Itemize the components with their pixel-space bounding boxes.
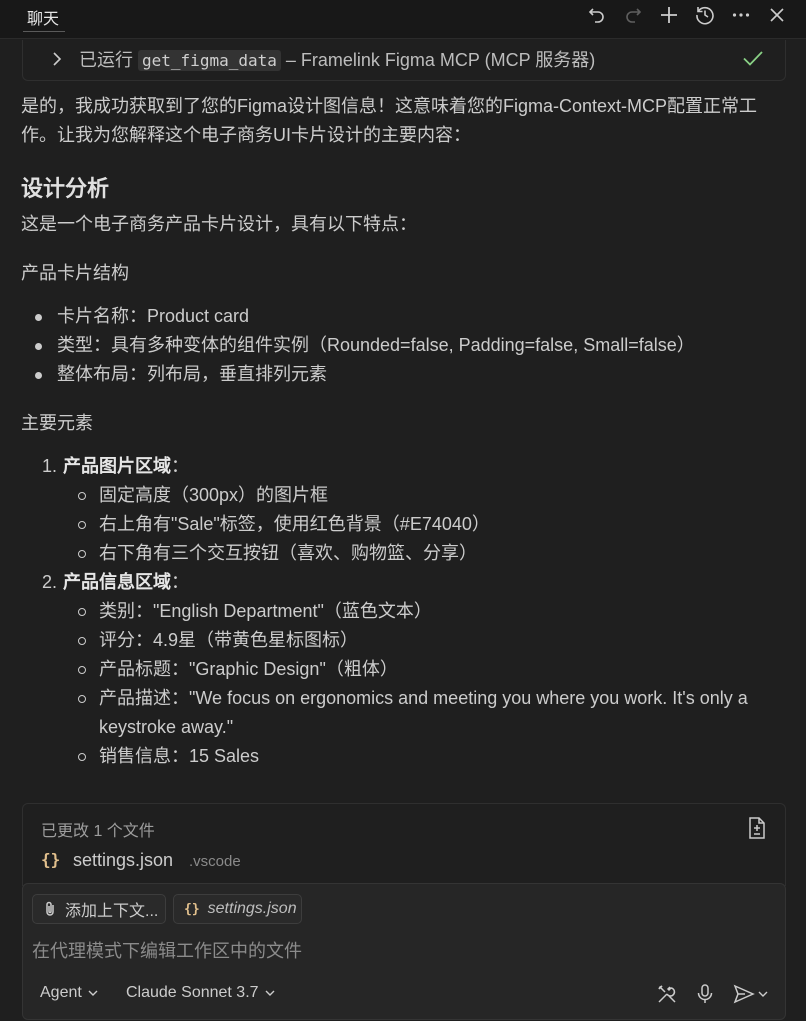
add-context-button[interactable]: 添加上下文... [32,894,166,924]
chat-title-tab[interactable]: 聊天 [27,5,59,29]
changed-files-label: 已更改 1 个文件 [41,823,155,840]
sub-list: 固定高度（300px）的图片框 右上角有"Sale"标签，使用红色背景（#E74… [63,481,786,568]
changed-file-dir: .vscode [189,853,241,870]
view-changes-icon[interactable] [745,816,767,840]
tab-underline [23,31,65,32]
tool-name-code: get_figma_data [138,50,281,71]
model-dropdown[interactable]: Claude Sonnet 3.7 [126,984,276,1002]
chevron-down-icon[interactable] [757,988,769,1000]
send-icon [733,984,755,1004]
list-item: 产品描述："We focus on ergonomics and meeting… [63,684,786,742]
tool-run-row[interactable]: 已运行 get_figma_data – Framelink Figma MCP… [22,40,786,81]
tools-icon[interactable] [655,982,679,1006]
colon: ： [171,572,189,592]
section1-title: 产品卡片结构 [21,263,129,283]
redo-icon[interactable] [622,4,644,26]
ordered-item-title: 产品图片区域 [63,456,171,476]
check-icon [743,51,763,66]
list-item: 类型：具有多种变体的组件实例（Rounded=false, Padding=fa… [21,331,786,360]
chevron-right-icon[interactable] [49,50,65,68]
ordered-item-title: 产品信息区域 [63,572,171,592]
list-item: 固定高度（300px）的图片框 [63,481,786,510]
undo-icon[interactable] [586,4,608,26]
list-item: 整体布局：列布局，垂直排列元素 [21,360,786,389]
paperclip-icon [46,901,54,916]
tool-run-suffix: – Framelink Figma MCP (MCP 服务器) [280,50,596,70]
section2-title: 主要元素 [21,413,93,433]
add-context-label: 添加上下文... [65,903,159,920]
chat-header: 聊天 [0,0,806,39]
input-toolbar: Agent Claude Sonnet 3.7 [23,980,785,1012]
microphone-icon[interactable] [693,982,717,1006]
assistant-message: 是的，我成功获取到了您的Figma设计图信息！这意味着您的Figma-Conte… [21,92,786,771]
mode-dropdown[interactable]: Agent [40,984,99,1002]
list-item: 类别："English Department"（蓝色文本） [63,597,786,626]
ordered-item: 1. 产品图片区域： 固定高度（300px）的图片框 右上角有"Sale"标签，… [21,452,786,568]
close-icon[interactable] [766,4,788,26]
context-file-chip[interactable]: {} settings.json [173,894,302,924]
json-braces-icon: {} [184,901,200,917]
list-item: 销售信息：15 Sales [63,742,786,771]
send-button[interactable] [731,982,771,1006]
changed-files-panel: 已更改 1 个文件 {} settings.json .vscode [22,803,786,886]
chat-input-field[interactable]: 在代理模式下编辑工作区中的文件 [32,937,302,963]
list-item: 右下角有三个交互按钮（喜欢、购物篮、分享） [63,539,786,568]
mode-label: Agent [40,984,82,1001]
ordered-number: 2. [42,572,58,592]
list-item: 评分：4.9星（带黄色星标图标） [63,626,786,655]
tool-run-prefix: 已运行 [79,50,133,70]
chevron-down-icon [265,990,275,996]
changed-file-name[interactable]: settings.json [73,850,173,871]
more-icon[interactable] [730,4,752,26]
history-icon[interactable] [694,4,716,26]
ordered-number: 1. [42,456,58,476]
tool-run-text: 已运行 get_figma_data – Framelink Figma MCP… [79,46,595,72]
list-item: 卡片名称：Product card [21,302,786,331]
section2-ordered-list: 1. 产品图片区域： 固定高度（300px）的图片框 右上角有"Sale"标签，… [21,452,786,771]
context-file-label: settings.json [207,900,297,917]
list-item: 产品标题："Graphic Design"（粗体） [63,655,786,684]
lead-paragraph: 这是一个电子商务产品卡片设计，具有以下特点： [21,214,417,234]
section-heading: 设计分析 [21,176,110,201]
chevron-down-icon [88,990,98,996]
colon: ： [171,456,189,476]
intro-paragraph: 是的，我成功获取到了您的Figma设计图信息！这意味着您的Figma-Conte… [21,96,758,145]
list-item: 右上角有"Sale"标签，使用红色背景（#E74040） [63,510,786,539]
header-actions [586,2,788,28]
json-braces-icon: {} [41,850,61,869]
new-chat-plus-icon[interactable] [658,4,680,26]
input-actions [655,982,771,1006]
sub-list: 类别："English Department"（蓝色文本） 评分：4.9星（带黄… [63,597,786,771]
model-label: Claude Sonnet 3.7 [126,984,259,1001]
section1-list: 卡片名称：Product card 类型：具有多种变体的组件实例（Rounded… [21,302,786,389]
chat-input-panel: 添加上下文... {} settings.json 在代理模式下编辑工作区中的文… [22,883,786,1020]
ordered-item: 2. 产品信息区域： 类别："English Department"（蓝色文本）… [21,568,786,771]
